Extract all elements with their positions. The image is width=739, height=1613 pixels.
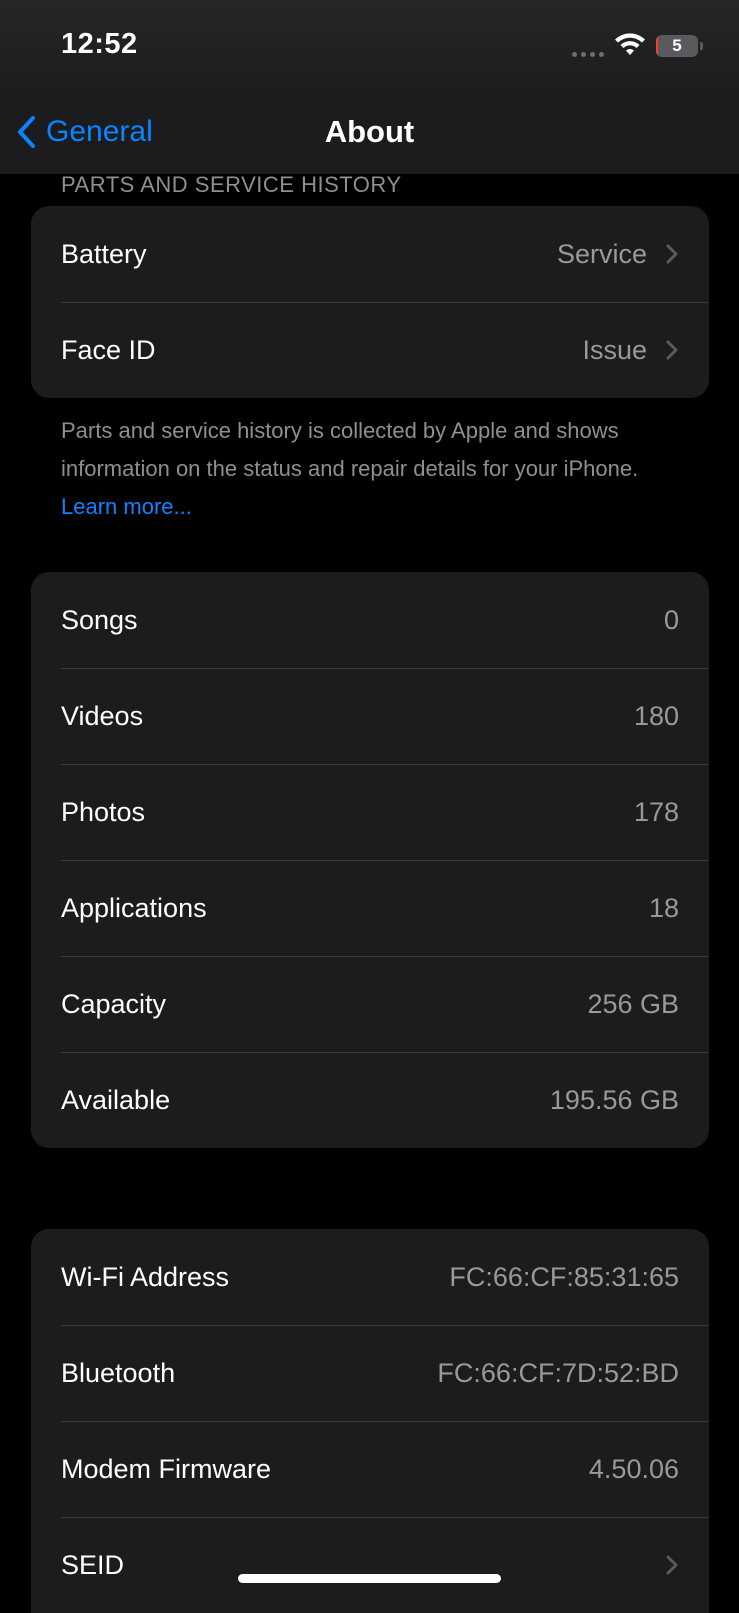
row-bluetooth[interactable]: Bluetooth FC:66:CF:7D:52:BD — [31, 1325, 709, 1421]
row-value: 0 — [663, 604, 679, 635]
row-value: 18 — [648, 892, 679, 923]
chevron-left-icon — [18, 116, 35, 148]
chevron-right-icon — [666, 244, 678, 264]
row-photos: Photos 178 — [31, 764, 709, 860]
row-label: Applications — [61, 892, 207, 923]
section-header-parts: PARTS AND SERVICE HISTORY — [61, 172, 402, 197]
row-wifi-address[interactable]: Wi-Fi Address FC:66:CF:85:31:65 — [31, 1229, 709, 1325]
row-label: Wi-Fi Address — [61, 1261, 230, 1292]
signal-dots-icon — [572, 52, 604, 57]
status-bar: 12:52 5 — [0, 0, 739, 100]
row-label: Bluetooth — [61, 1357, 176, 1388]
row-value: 180 — [633, 700, 679, 731]
media-storage-group: Songs 0 Videos 180 Photos 178 Applicatio… — [31, 572, 709, 1148]
row-value: 178 — [633, 796, 679, 827]
row-seid[interactable]: SEID — [31, 1517, 709, 1613]
row-face-id[interactable]: Face ID Issue — [31, 302, 709, 398]
row-value: 4.50.06 — [588, 1453, 679, 1484]
row-battery[interactable]: Battery Service — [31, 206, 709, 302]
row-songs: Songs 0 — [31, 572, 709, 668]
parts-service-group: Battery Service Face ID Issue — [31, 206, 709, 398]
back-button[interactable]: General — [16, 110, 153, 154]
row-label: Battery — [61, 238, 147, 269]
row-value: Service — [556, 238, 647, 269]
row-capacity: Capacity 256 GB — [31, 956, 709, 1052]
row-label: Videos — [61, 700, 144, 731]
row-label: Photos — [61, 796, 146, 827]
row-value: FC:66:CF:7D:52:BD — [437, 1357, 679, 1388]
chevron-right-icon — [666, 1555, 678, 1575]
chevron-right-icon — [666, 340, 678, 360]
battery-icon: 5 — [656, 35, 698, 57]
network-group: Wi-Fi Address FC:66:CF:85:31:65 Bluetoot… — [31, 1229, 709, 1613]
row-value: 256 GB — [587, 988, 679, 1019]
battery-level: 5 — [672, 36, 682, 55]
parts-footnote: Parts and service history is collected b… — [61, 412, 691, 526]
row-label: Songs — [61, 604, 138, 635]
navigation-bar: About General — [0, 100, 739, 174]
row-value: Issue — [582, 334, 647, 365]
back-button-label: General — [46, 115, 153, 148]
row-videos: Videos 180 — [31, 668, 709, 764]
row-value: 195.56 GB — [549, 1084, 679, 1115]
row-label: Modem Firmware — [61, 1453, 272, 1484]
learn-more-link[interactable]: Learn more... — [61, 494, 192, 519]
status-time: 12:52 — [61, 28, 138, 60]
row-label: Available — [61, 1084, 171, 1115]
row-available: Available 195.56 GB — [31, 1052, 709, 1148]
wifi-icon — [615, 33, 645, 55]
footnote-text: Parts and service history is collected b… — [61, 418, 639, 481]
row-value: FC:66:CF:85:31:65 — [449, 1261, 679, 1292]
home-indicator[interactable] — [238, 1574, 501, 1583]
battery-cap — [700, 42, 703, 50]
row-label: Face ID — [61, 334, 156, 365]
row-label: Capacity — [61, 988, 167, 1019]
row-applications: Applications 18 — [31, 860, 709, 956]
row-modem-firmware[interactable]: Modem Firmware 4.50.06 — [31, 1421, 709, 1517]
